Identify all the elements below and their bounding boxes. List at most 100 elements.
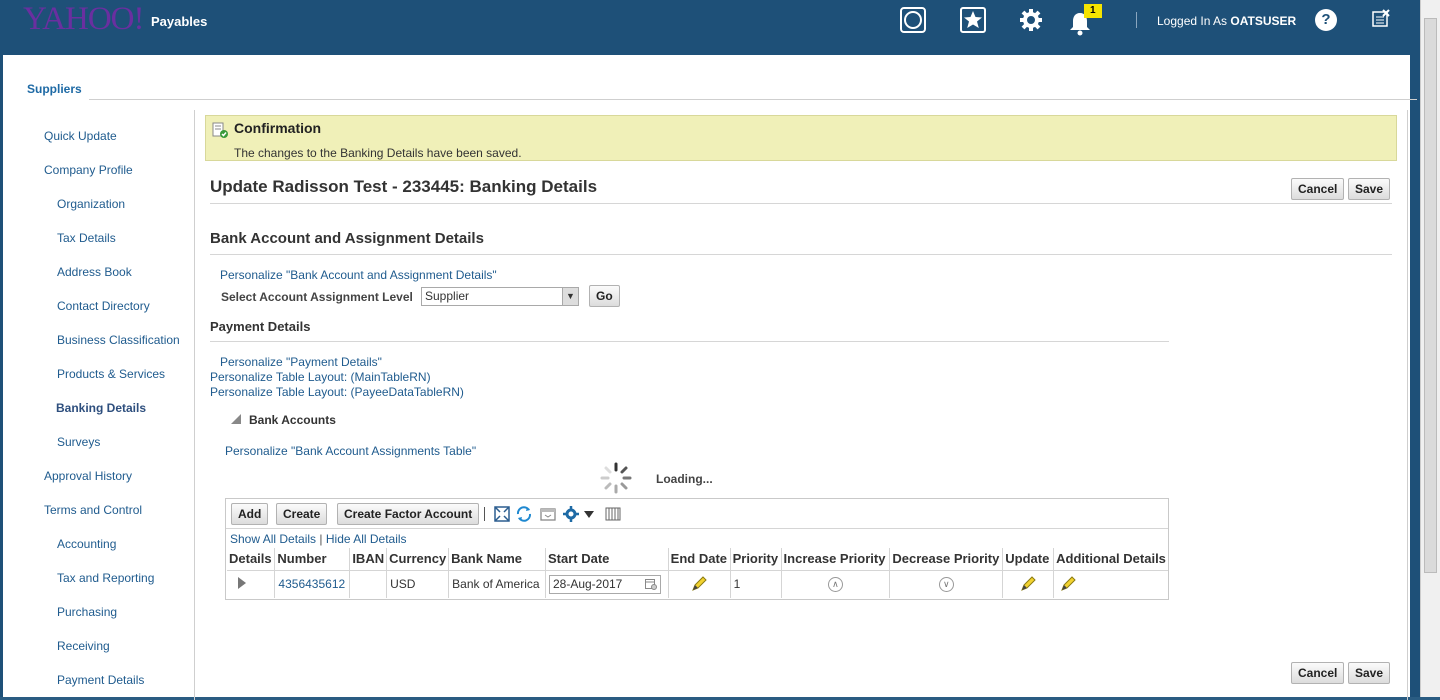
assignment-level-label: Select Account Assignment Level — [221, 290, 413, 304]
iban-cell — [349, 569, 388, 598]
help-icon[interactable]: ? — [1315, 9, 1337, 31]
scrollbar-thumb[interactable] — [1424, 18, 1437, 573]
table-settings-gear-icon[interactable] — [562, 505, 580, 523]
sidebar-item-approval-history[interactable]: Approval History — [44, 469, 132, 483]
cancel-button[interactable]: Cancel — [1291, 178, 1345, 200]
col-end-date: End Date — [668, 548, 731, 570]
settings-gear-icon[interactable] — [1017, 6, 1045, 34]
tab-divider — [89, 99, 1417, 100]
col-update: Update — [1002, 548, 1055, 570]
loading-text: Loading... — [656, 472, 713, 486]
sidebar-item-tax-details[interactable]: Tax Details — [57, 231, 116, 245]
username: OATSUSER — [1230, 14, 1297, 28]
logged-in-label: Logged In As OATSUSER — [1157, 14, 1297, 28]
bank-section-heading: Bank Account and Assignment Details — [210, 230, 484, 247]
table-toolbar: Add Create Create Factor Account — [226, 499, 1168, 529]
col-increase-priority: Increase Priority — [781, 548, 891, 570]
sidebar-item-products-services[interactable]: Products & Services — [57, 367, 165, 381]
sidebar-item-payment-details[interactable]: Payment Details — [57, 673, 144, 687]
sidebar-item-organization[interactable]: Organization — [57, 197, 125, 211]
start-date-input[interactable]: 28-Aug-2017 — [548, 574, 661, 594]
bank-section-divider — [210, 254, 1392, 255]
col-number: Number — [274, 548, 351, 570]
favorites-star-icon[interactable] — [959, 6, 987, 34]
page-title: Update Radisson Test - 233445: Banking D… — [210, 177, 598, 196]
sidebar-item-surveys[interactable]: Surveys — [57, 435, 100, 449]
bottom-save-button[interactable]: Save — [1348, 662, 1391, 684]
sidebar-item-address-book[interactable]: Address Book — [57, 265, 132, 279]
app-name: Payables — [151, 14, 208, 29]
col-details: Details — [227, 548, 276, 570]
yahoo-logo: YAHOO! — [23, 1, 144, 37]
loading-spinner-icon — [599, 461, 633, 495]
additional-details-pencil-icon[interactable] — [1060, 576, 1076, 592]
save-button[interactable]: Save — [1348, 178, 1391, 200]
bank-accounts-heading: Bank Accounts — [249, 413, 336, 427]
personalize-bank-account-link[interactable]: Personalize "Bank Account and Assignment… — [220, 268, 497, 282]
priority-cell: 1 — [730, 569, 782, 598]
account-number-link[interactable]: 4356435612 — [278, 577, 345, 591]
personalize-main-table-layout-link[interactable]: Personalize Table Layout: (MainTableRN) — [210, 370, 431, 384]
freeze-icon[interactable] — [539, 505, 557, 523]
show-all-details-link[interactable]: Show All Details — [230, 532, 316, 546]
sidebar-item-tax-and-reporting[interactable]: Tax and Reporting — [57, 571, 154, 585]
navigator-icon[interactable] — [899, 6, 927, 34]
vertical-scrollbar[interactable] — [1420, 0, 1440, 697]
sidebar-item-receiving[interactable]: Receiving — [57, 639, 110, 653]
table-header-row: Details Number IBAN Currency Bank Name S… — [227, 548, 1168, 570]
add-button[interactable]: Add — [231, 503, 269, 525]
calendar-icon[interactable] — [644, 578, 657, 590]
confirmation-check-icon — [212, 122, 228, 138]
bank-accounts-grid: Details Number IBAN Currency Bank Name S… — [227, 548, 1168, 598]
personalize-payment-details-link[interactable]: Personalize "Payment Details" — [220, 355, 382, 369]
create-factor-account-button[interactable]: Create Factor Account — [337, 503, 480, 525]
confirmation-title: Confirmation — [234, 120, 322, 136]
header-separator — [1136, 12, 1137, 28]
bottom-cancel-button[interactable]: Cancel — [1291, 662, 1345, 684]
personalize-bank-assignments-link[interactable]: Personalize "Bank Account Assignments Ta… — [225, 444, 476, 458]
assignment-level-select[interactable]: Supplier ▼ — [421, 287, 579, 306]
col-start-date: Start Date — [545, 548, 669, 570]
sidebar-item-terms-and-control[interactable]: Terms and Control — [44, 503, 142, 517]
collapse-triangle-icon[interactable] — [231, 414, 241, 424]
create-button[interactable]: Create — [276, 503, 328, 525]
col-decrease-priority: Decrease Priority — [889, 548, 1004, 570]
sidebar-item-quick-update[interactable]: Quick Update — [44, 129, 117, 143]
sidebar-item-company-profile[interactable]: Company Profile — [44, 163, 133, 177]
sidebar-item-contact-directory[interactable]: Contact Directory — [57, 299, 150, 313]
table-row: 4356435612 USD Bank of America 28-Aug-20… — [227, 569, 1168, 598]
refresh-icon[interactable] — [515, 505, 533, 523]
close-window-icon[interactable] — [1372, 9, 1390, 27]
sidebar-divider — [194, 110, 195, 700]
tab-suppliers[interactable]: Suppliers — [27, 82, 82, 96]
toolbar-separator — [484, 507, 485, 521]
update-pencil-icon[interactable] — [1020, 576, 1036, 592]
expand-triangle-icon[interactable] — [238, 576, 246, 589]
sidebar-item-banking-details[interactable]: Banking Details — [56, 401, 146, 415]
expand-row-cell[interactable] — [227, 569, 276, 598]
payment-details-divider — [210, 341, 1169, 342]
currency-cell: USD — [386, 569, 450, 598]
end-date-cell[interactable] — [668, 569, 731, 598]
edit-pencil-icon[interactable] — [691, 576, 707, 592]
show-hide-details: Show All Details | Hide All Details — [230, 532, 407, 546]
go-button[interactable]: Go — [589, 285, 620, 307]
chevron-down-icon: ▼ — [562, 288, 578, 305]
personalize-payee-table-layout-link[interactable]: Personalize Table Layout: (PayeeDataTabl… — [210, 385, 464, 399]
sidebar-item-purchasing[interactable]: Purchasing — [57, 605, 117, 619]
hide-all-details-link[interactable]: Hide All Details — [326, 532, 407, 546]
bank-accounts-table: Add Create Create Factor Account Show Al… — [225, 498, 1169, 600]
decrease-priority-icon[interactable]: ∨ — [938, 577, 954, 593]
payment-details-heading: Payment Details — [210, 319, 311, 334]
title-divider — [210, 203, 1392, 204]
col-bank-name: Bank Name — [448, 548, 546, 570]
chevron-down-icon[interactable] — [584, 511, 594, 518]
col-currency: Currency — [386, 548, 450, 570]
increase-priority-icon[interactable]: ∧ — [827, 577, 843, 593]
detach-table-icon[interactable] — [493, 505, 511, 523]
columns-icon[interactable] — [604, 505, 622, 523]
col-priority: Priority — [730, 548, 782, 570]
sidebar-item-business-classification[interactable]: Business Classification — [57, 333, 180, 347]
sidebar-item-accounting[interactable]: Accounting — [57, 537, 116, 551]
confirmation-banner: Confirmation The changes to the Banking … — [205, 115, 1397, 161]
